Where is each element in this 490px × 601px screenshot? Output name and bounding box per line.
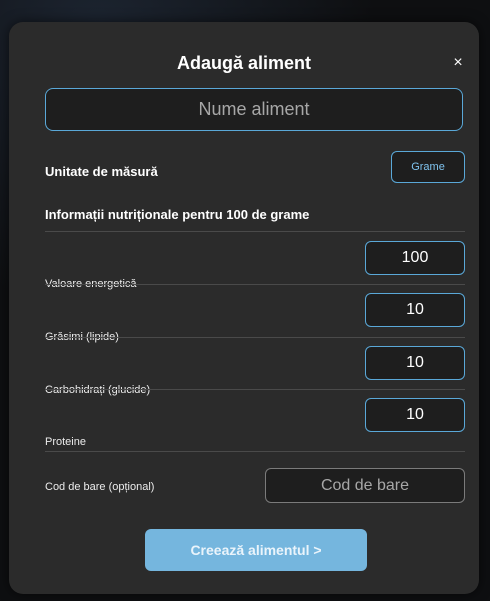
unit-grams-button[interactable]: Grame bbox=[391, 151, 465, 183]
barcode-label: Cod de bare (opțional) bbox=[45, 481, 155, 493]
divider bbox=[45, 284, 465, 285]
close-icon[interactable]: × bbox=[449, 54, 467, 72]
carbs-input[interactable] bbox=[365, 346, 465, 380]
carbs-label: Carbohidrați (glucide) bbox=[45, 384, 151, 396]
food-name-input[interactable] bbox=[45, 88, 463, 131]
modal-title: Adaugă aliment bbox=[176, 53, 312, 73]
add-food-modal: Adaugă aliment × Unitate de măsură Grame… bbox=[9, 22, 479, 594]
divider bbox=[45, 337, 465, 338]
create-food-button[interactable]: Creează alimentul > bbox=[145, 529, 367, 571]
protein-input[interactable] bbox=[365, 398, 465, 432]
fat-input[interactable] bbox=[365, 293, 465, 327]
divider bbox=[45, 451, 465, 452]
divider bbox=[45, 389, 465, 390]
energy-input[interactable] bbox=[365, 241, 465, 275]
nutrition-section-title: Informații nutriționale pentru 100 de gr… bbox=[45, 207, 310, 222]
barcode-input[interactable] bbox=[265, 468, 465, 503]
unit-label: Unitate de măsură bbox=[45, 164, 158, 179]
protein-label: Proteine bbox=[45, 436, 86, 448]
divider bbox=[45, 231, 465, 232]
